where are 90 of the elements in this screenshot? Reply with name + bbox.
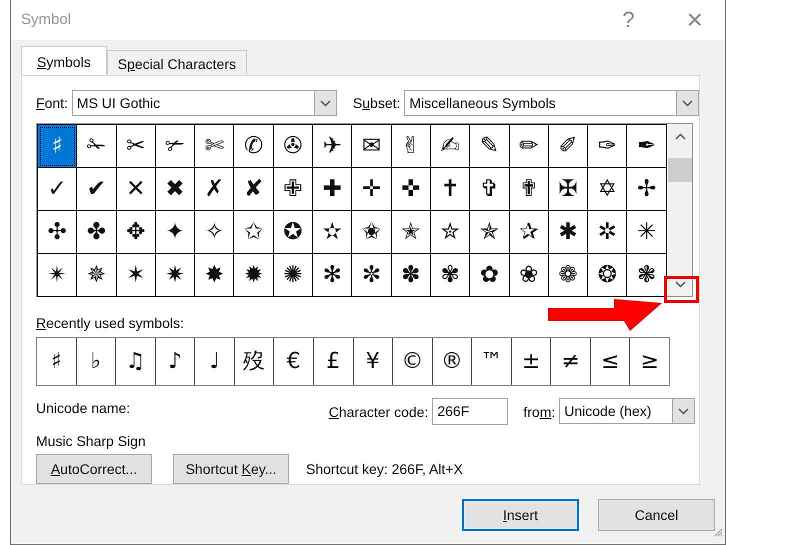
font-dropdown[interactable]: MS UI Gothic xyxy=(72,90,337,116)
symbol-cell[interactable]: ✯ xyxy=(470,210,510,254)
symbol-cell[interactable]: ✮ xyxy=(430,210,470,254)
symbol-cell[interactable]: ✳ xyxy=(626,210,666,254)
symbol-cell[interactable]: ✗ xyxy=(194,168,234,210)
symbol-cell[interactable]: ✤ xyxy=(76,210,116,254)
symbol-cell[interactable]: ✛ xyxy=(352,168,392,210)
symbol-cell[interactable]: ✁ xyxy=(76,124,116,168)
symbol-cell[interactable]: ✱ xyxy=(548,210,588,254)
shortcut-key-text: Shortcut key: 266F, Alt+X xyxy=(306,460,463,479)
subset-label: Subset: xyxy=(352,94,400,112)
help-button[interactable]: ? xyxy=(618,9,639,31)
close-button[interactable]: × xyxy=(682,6,707,34)
dialog-button[interactable]: Insert xyxy=(462,499,579,531)
symbol-cell[interactable]: ✚ xyxy=(312,168,352,210)
symbol-cell[interactable]: ✣ xyxy=(38,210,77,254)
symbol-cell[interactable]: ✐ xyxy=(548,124,588,168)
unicode-name-value: Music Sharp Sign xyxy=(36,432,146,451)
symbol-cell[interactable]: ✓ xyxy=(38,168,77,210)
symbol-cell[interactable]: ✫ xyxy=(312,210,352,254)
symbol-cell[interactable]: ❁ xyxy=(548,254,588,296)
symbol-cell[interactable]: ✻ xyxy=(312,254,352,296)
tab[interactable]: Special Characters xyxy=(106,50,247,75)
symbol-cell[interactable]: ✲ xyxy=(588,210,627,254)
recent-symbol[interactable]: ♯ xyxy=(37,338,76,385)
dialog-button[interactable]: Cancel xyxy=(598,499,715,531)
subset-dropdown[interactable]: Miscellaneous Symbols xyxy=(404,90,699,116)
symbol-cell[interactable]: ✜ xyxy=(391,168,430,210)
symbol-cell[interactable]: ✉ xyxy=(352,124,392,168)
symbol-cell[interactable]: ✢ xyxy=(626,168,666,210)
symbol-cell[interactable]: ✬ xyxy=(352,210,392,254)
symbol-cell[interactable]: ❂ xyxy=(588,254,627,296)
symbol-cell[interactable]: ✙ xyxy=(273,168,313,210)
font-label: Font: xyxy=(36,94,68,112)
symbol-cell[interactable]: ✃ xyxy=(155,124,195,168)
symbol-cell[interactable]: ✌ xyxy=(391,124,430,168)
tab[interactable]: Symbols xyxy=(21,46,107,75)
symbol-cell[interactable]: ✿ xyxy=(470,254,510,296)
symbol-cell[interactable]: ✞ xyxy=(470,168,510,210)
symbol-cell[interactable]: ✧ xyxy=(194,210,234,254)
symbol-cell[interactable]: ✽ xyxy=(391,254,430,296)
symbol-cell[interactable]: ❃ xyxy=(626,254,666,296)
symbol-cell[interactable]: ✆ xyxy=(234,124,274,168)
dialog-button[interactable]: Shortcut Key... xyxy=(173,454,289,484)
symbol-cell[interactable]: ✑ xyxy=(588,124,627,168)
symbol-cell[interactable]: ✷ xyxy=(155,254,195,296)
symbol-cell[interactable]: ✕ xyxy=(116,168,156,210)
symbol-cell[interactable]: ✠ xyxy=(548,168,588,210)
symbol-cell[interactable]: ✏ xyxy=(509,124,548,168)
symbol-cell[interactable]: ✍ xyxy=(430,124,470,168)
symbol-cell[interactable]: ✦ xyxy=(155,210,195,254)
symbol-cell[interactable]: ✇ xyxy=(273,124,313,168)
symbol-cell[interactable]: ✘ xyxy=(234,168,274,210)
from-dropdown[interactable]: Unicode (hex) xyxy=(559,398,696,424)
symbol-cell[interactable]: ✰ xyxy=(509,210,548,254)
dialog-button[interactable]: AutoCorrect... xyxy=(36,454,152,484)
symbol-cell[interactable]: ✸ xyxy=(194,254,234,296)
symbol-cell[interactable]: ✵ xyxy=(76,254,116,296)
symbol-cell[interactable]: ❀ xyxy=(509,254,548,296)
symbol-cell[interactable]: ✾ xyxy=(430,254,470,296)
from-label: from: xyxy=(523,403,556,422)
symbol-cell[interactable]: ✈ xyxy=(312,124,352,168)
symbol-cell[interactable]: ✖ xyxy=(155,168,195,210)
symbol-cell[interactable]: ✺ xyxy=(273,254,313,296)
symbol-cell[interactable]: ✎ xyxy=(470,124,510,168)
character-code-label: Character code: xyxy=(328,403,428,422)
recently-used-label: Recently used symbols: xyxy=(36,314,185,333)
symbol-cell[interactable]: ✔ xyxy=(76,168,116,210)
symbol-cell[interactable]: ✟ xyxy=(509,168,548,210)
symbol-cell[interactable]: ✹ xyxy=(234,254,274,296)
unicode-name-label: Unicode name: xyxy=(36,399,132,418)
symbol-cell[interactable]: ✒ xyxy=(626,124,666,168)
symbol-cell[interactable]: ✡ xyxy=(588,168,627,210)
resize-grip-icon[interactable] xyxy=(713,527,723,538)
chevron-up-icon xyxy=(674,132,686,140)
scrollbar-thumb[interactable] xyxy=(668,158,692,182)
symbol-cell[interactable]: ✶ xyxy=(116,254,156,296)
symbol-cell[interactable]: ✪ xyxy=(273,210,313,254)
symbol-cell[interactable]: ✩ xyxy=(234,210,274,254)
symbol-cell[interactable]: ✄ xyxy=(194,124,234,168)
symbol-cell[interactable]: ✼ xyxy=(352,254,392,296)
character-code-field[interactable]: 266F xyxy=(432,398,508,425)
symbol-cell[interactable]: ✥ xyxy=(116,210,156,254)
symbol-cell[interactable]: ✝ xyxy=(430,168,470,210)
symbol-cell[interactable]: ✴ xyxy=(38,254,77,296)
window-title: Symbol xyxy=(21,10,72,30)
symbol-cell[interactable]: ✭ xyxy=(391,210,430,254)
chevron-down-icon xyxy=(674,280,686,288)
symbol-cell[interactable]: ✂ xyxy=(116,124,156,168)
symbol-cell[interactable]: ♯ xyxy=(38,124,77,168)
